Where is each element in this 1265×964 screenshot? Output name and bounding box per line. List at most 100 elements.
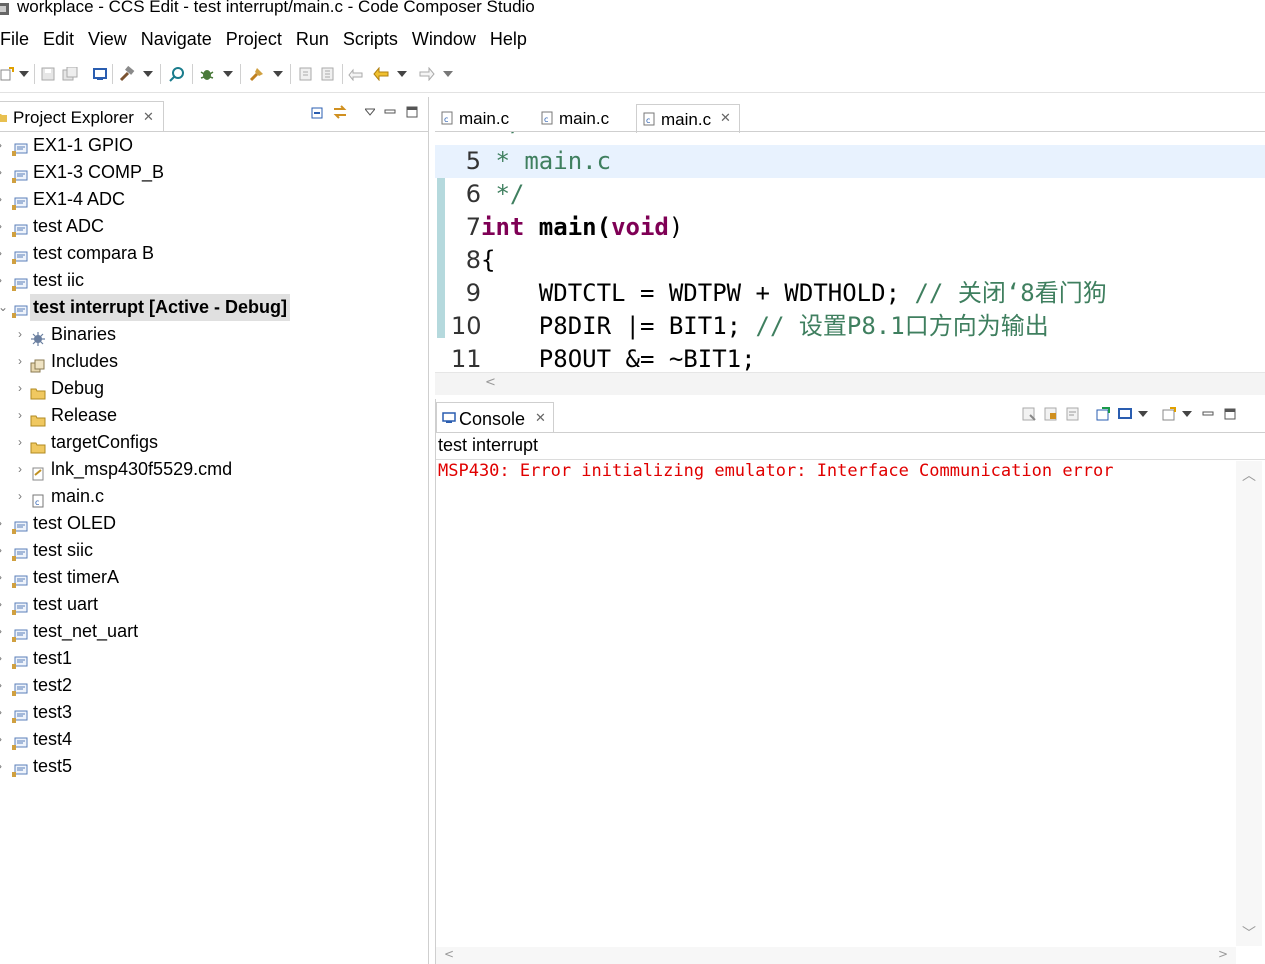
chevron-down-icon[interactable]: ⌄ — [0, 294, 8, 321]
back-arrow-icon[interactable] — [372, 66, 390, 82]
new-icon[interactable] — [0, 66, 14, 82]
chevron-right-icon[interactable]: › — [0, 699, 8, 726]
console-horizontal-scrollbar[interactable]: < > — [436, 947, 1236, 964]
collapse-all-icon[interactable] — [310, 103, 326, 121]
console-error-output[interactable]: MSP430: Error initializing emulator: Int… — [438, 461, 1114, 481]
build-dropdown-icon[interactable] — [142, 66, 154, 82]
chevron-right-icon[interactable]: › — [0, 591, 8, 618]
tree-project-item[interactable]: › test compara B — [0, 240, 428, 267]
editor-tab-main-c-2[interactable]: c main.c — [535, 104, 635, 132]
minimize-icon[interactable] — [382, 103, 398, 121]
view-menu-icon[interactable] — [362, 103, 378, 121]
minimize-icon[interactable] — [1201, 405, 1215, 423]
tree-child-item[interactable]: › Debug — [0, 375, 428, 402]
tree-project-item[interactable]: › test5 — [0, 753, 428, 780]
tree-child-item[interactable]: › Release — [0, 402, 428, 429]
flash-dropdown-icon[interactable] — [272, 66, 284, 82]
scroll-up-icon[interactable]: ︿ — [1242, 465, 1256, 485]
menu-project[interactable]: Project — [219, 25, 289, 53]
chevron-right-icon[interactable]: › — [0, 132, 8, 159]
chevron-right-icon[interactable]: › — [18, 456, 28, 483]
tree-child-item[interactable]: › Binaries — [0, 321, 428, 348]
display-console-icon[interactable] — [1117, 405, 1133, 423]
scroll-left-icon[interactable]: < — [444, 947, 454, 961]
forward-dropdown-icon[interactable] — [442, 66, 454, 82]
tree-project-item[interactable]: › test1 — [0, 645, 428, 672]
menu-view[interactable]: View — [81, 25, 134, 53]
new-dropdown-icon[interactable] — [18, 66, 30, 82]
link-editor-icon[interactable] — [332, 103, 348, 121]
debug-dropdown-icon[interactable] — [222, 66, 234, 82]
menu-file[interactable]: File — [0, 25, 36, 53]
search-icon[interactable] — [168, 66, 186, 82]
tree-project-item[interactable]: › EX1-4 ADC — [0, 186, 428, 213]
save-icon[interactable] — [40, 66, 56, 82]
chevron-right-icon[interactable]: › — [0, 510, 8, 537]
chevron-right-icon[interactable]: › — [0, 159, 8, 186]
tree-project-item[interactable]: › test iic — [0, 267, 428, 294]
tree-project-item[interactable]: › test timerA — [0, 564, 428, 591]
scroll-down-icon[interactable]: ﹀ — [1242, 923, 1256, 943]
tree-project-item[interactable]: › EX1-1 GPIO — [0, 132, 428, 159]
chevron-right-icon[interactable]: › — [0, 672, 8, 699]
project-explorer-tab[interactable]: Project Explorer ✕ — [0, 101, 164, 132]
close-icon[interactable]: ✕ — [535, 411, 546, 426]
chevron-right-icon[interactable]: › — [18, 483, 28, 510]
tree-project-item[interactable]: › test3 — [0, 699, 428, 726]
chevron-right-icon[interactable]: › — [18, 375, 28, 402]
menu-run[interactable]: Run — [289, 25, 336, 53]
menu-help[interactable]: Help — [483, 25, 534, 53]
chevron-right-icon[interactable]: › — [0, 618, 8, 645]
last-edit-icon[interactable] — [348, 66, 364, 82]
menu-edit[interactable]: Edit — [36, 25, 81, 53]
open-console-dropdown-icon[interactable] — [1181, 405, 1193, 423]
chevron-right-icon[interactable]: › — [18, 402, 28, 429]
maximize-icon[interactable] — [1223, 405, 1237, 423]
close-icon[interactable]: ✕ — [720, 110, 731, 126]
close-icon[interactable]: ✕ — [143, 110, 154, 125]
save-all-icon[interactable] — [62, 66, 78, 82]
console-vertical-scrollbar[interactable]: ︿ ﹀ — [1236, 461, 1262, 946]
tree-project-item[interactable]: ⌄ test interrupt [Active - Debug] — [0, 294, 428, 321]
maximize-icon[interactable] — [404, 103, 420, 121]
tree-project-item[interactable]: › test_net_uart — [0, 618, 428, 645]
tree-project-item[interactable]: › test OLED — [0, 510, 428, 537]
tree-project-item[interactable]: › test2 — [0, 672, 428, 699]
scroll-lock-icon[interactable] — [1043, 405, 1059, 423]
chevron-right-icon[interactable]: › — [0, 645, 8, 672]
tree-project-item[interactable]: › test uart — [0, 591, 428, 618]
chevron-right-icon[interactable]: › — [0, 564, 8, 591]
chevron-right-icon[interactable]: › — [0, 537, 8, 564]
pin-console-icon[interactable] — [1095, 405, 1111, 423]
tree-project-item[interactable]: › test ADC — [0, 213, 428, 240]
code-editor[interactable]: 4 */ 5 * main.c 6 */ 7int main(void) 8{ … — [435, 132, 1265, 372]
tree-project-item[interactable]: › EX1-3 COMP_B — [0, 159, 428, 186]
scroll-left-icon[interactable]: < — [485, 375, 496, 390]
back-dropdown-icon[interactable] — [396, 66, 408, 82]
next-annotation-icon[interactable] — [320, 66, 336, 82]
chevron-right-icon[interactable]: › — [0, 726, 8, 753]
open-console-icon[interactable] — [1161, 405, 1177, 423]
flash-icon[interactable] — [248, 66, 266, 82]
tree-project-item[interactable]: › test siic — [0, 537, 428, 564]
menu-window[interactable]: Window — [405, 25, 483, 53]
tree-child-item[interactable]: › lnk_msp430f5529.cmd — [0, 456, 428, 483]
build-hammer-icon[interactable] — [118, 66, 136, 82]
clear-console-icon[interactable] — [1021, 405, 1037, 423]
forward-arrow-icon[interactable] — [418, 66, 436, 82]
chevron-right-icon[interactable]: › — [0, 213, 8, 240]
scroll-right-icon[interactable]: > — [1218, 947, 1228, 961]
menu-scripts[interactable]: Scripts — [336, 25, 405, 53]
editor-tab-main-c-active[interactable]: c main.c ✕ — [636, 104, 740, 133]
console-tab[interactable]: Console ✕ — [436, 402, 554, 433]
display-console-dropdown-icon[interactable] — [1137, 405, 1149, 423]
chevron-right-icon[interactable]: › — [18, 348, 28, 375]
chevron-right-icon[interactable]: › — [0, 753, 8, 780]
prev-annotation-icon[interactable] — [298, 66, 314, 82]
tree-project-item[interactable]: › test4 — [0, 726, 428, 753]
debug-bug-icon[interactable] — [198, 66, 216, 82]
chevron-right-icon[interactable]: › — [0, 186, 8, 213]
editor-tab-main-c-1[interactable]: c main.c — [435, 104, 535, 132]
chevron-right-icon[interactable]: › — [18, 429, 28, 456]
chevron-right-icon[interactable]: › — [0, 267, 8, 294]
